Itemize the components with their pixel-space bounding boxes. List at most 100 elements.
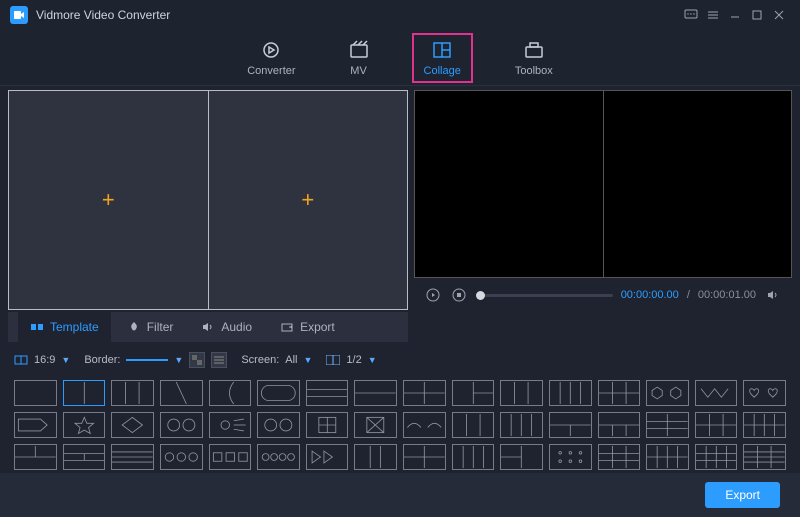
tab-toolbox-label: Toolbox bbox=[515, 65, 553, 77]
screen-label: Screen: bbox=[241, 354, 279, 366]
tab-mv[interactable]: MV bbox=[338, 35, 380, 81]
add-media-icon: + bbox=[102, 187, 115, 213]
time-sep: / bbox=[687, 289, 690, 301]
template-sunburst[interactable] bbox=[209, 412, 252, 438]
close-button[interactable] bbox=[768, 4, 790, 26]
tab-converter[interactable]: Converter bbox=[237, 35, 305, 81]
template-g22b[interactable] bbox=[452, 380, 495, 406]
template-g34[interactable] bbox=[743, 444, 786, 470]
template-g31[interactable] bbox=[63, 444, 106, 470]
subtab-audio-label: Audio bbox=[221, 320, 252, 334]
seek-thumb[interactable] bbox=[476, 291, 485, 300]
template-rect3[interactable] bbox=[209, 444, 252, 470]
template-plusgrid[interactable] bbox=[306, 412, 349, 438]
collage-cell-2[interactable]: + bbox=[209, 91, 408, 309]
subtab-audio[interactable]: Audio bbox=[189, 312, 264, 342]
chevron-down-icon[interactable]: ▼ bbox=[174, 355, 183, 365]
border-color-button[interactable] bbox=[189, 352, 205, 368]
title-bar: Vidmore Video Converter bbox=[0, 0, 800, 30]
template-wave3[interactable] bbox=[403, 412, 446, 438]
play-button[interactable] bbox=[424, 286, 442, 304]
export-button[interactable]: Export bbox=[705, 482, 780, 508]
tab-collage[interactable]: Collage bbox=[412, 33, 473, 83]
template-g23a[interactable] bbox=[598, 380, 641, 406]
border-style-selector[interactable] bbox=[126, 359, 168, 361]
collage-canvas: + + bbox=[8, 90, 408, 310]
template-blank[interactable] bbox=[14, 380, 57, 406]
app-title: Vidmore Video Converter bbox=[36, 8, 170, 22]
volume-button[interactable] bbox=[764, 286, 782, 304]
menu-icon[interactable] bbox=[702, 4, 724, 26]
subtab-export[interactable]: Export bbox=[268, 312, 347, 342]
template-circ4[interactable] bbox=[257, 444, 300, 470]
add-media-icon: + bbox=[301, 187, 314, 213]
template-star[interactable] bbox=[63, 412, 106, 438]
template-gdots[interactable] bbox=[549, 444, 592, 470]
template-g22c[interactable] bbox=[403, 444, 446, 470]
subtab-filter[interactable]: Filter bbox=[115, 312, 186, 342]
template-roundR[interactable] bbox=[257, 380, 300, 406]
subtab-template[interactable]: Template bbox=[18, 312, 111, 342]
template-circ3[interactable] bbox=[160, 444, 203, 470]
template-g24[interactable] bbox=[743, 412, 786, 438]
subtab-template-label: Template bbox=[50, 320, 99, 334]
template-diamond[interactable] bbox=[111, 412, 154, 438]
seek-bar[interactable] bbox=[476, 294, 613, 297]
template-zig[interactable] bbox=[695, 380, 738, 406]
template-v4[interactable] bbox=[549, 380, 592, 406]
template-curveL[interactable] bbox=[209, 380, 252, 406]
template-hearts[interactable] bbox=[743, 380, 786, 406]
template-v4b[interactable] bbox=[500, 412, 543, 438]
border-pattern-button[interactable] bbox=[211, 352, 227, 368]
template-g13[interactable] bbox=[14, 444, 57, 470]
preview-panel bbox=[414, 90, 792, 278]
template-fwd2[interactable] bbox=[306, 444, 349, 470]
template-g43[interactable] bbox=[646, 444, 689, 470]
template-g33b[interactable] bbox=[598, 444, 641, 470]
template-v3[interactable] bbox=[111, 380, 154, 406]
template-h3[interactable] bbox=[306, 380, 349, 406]
template-g22a[interactable] bbox=[403, 380, 446, 406]
chevron-down-icon: ▼ bbox=[304, 355, 313, 365]
aspect-ratio-selector[interactable]: 16:9 ▼ bbox=[14, 353, 70, 367]
template-g23c[interactable] bbox=[598, 412, 641, 438]
template-v2[interactable] bbox=[63, 380, 106, 406]
template-g33[interactable] bbox=[695, 412, 738, 438]
preview-cell-2 bbox=[604, 91, 792, 277]
screen-selector[interactable]: Screen: All ▼ bbox=[241, 354, 312, 366]
border-label: Border: bbox=[84, 354, 120, 366]
template-v3b[interactable] bbox=[452, 412, 495, 438]
app-logo bbox=[10, 6, 28, 24]
aspect-ratio-value: 16:9 bbox=[34, 354, 55, 366]
maximize-button[interactable] bbox=[746, 4, 768, 26]
template-h4[interactable] bbox=[111, 444, 154, 470]
template-g43b[interactable] bbox=[695, 444, 738, 470]
template-h2eq[interactable] bbox=[354, 380, 397, 406]
sub-tabs: Template Filter Audio Export bbox=[8, 312, 408, 342]
stop-button[interactable] bbox=[450, 286, 468, 304]
template-circ2[interactable] bbox=[160, 412, 203, 438]
template-hexes[interactable] bbox=[646, 380, 689, 406]
collage-cell-1[interactable]: + bbox=[9, 91, 209, 309]
minimize-button[interactable] bbox=[724, 4, 746, 26]
template-arrowtag[interactable] bbox=[14, 412, 57, 438]
time-current: 00:00:00.00 bbox=[621, 289, 679, 301]
template-v3eq[interactable] bbox=[500, 380, 543, 406]
screen-value: All bbox=[285, 354, 297, 366]
template-xgrid[interactable] bbox=[354, 412, 397, 438]
template-v4c[interactable] bbox=[452, 444, 495, 470]
template-circ2b[interactable] bbox=[257, 412, 300, 438]
border-control: Border: ▼ bbox=[84, 352, 227, 368]
player-controls: 00:00:00.00/00:00:01.00 bbox=[414, 280, 792, 310]
template-v3c[interactable] bbox=[354, 444, 397, 470]
tab-toolbox[interactable]: Toolbox bbox=[505, 35, 563, 81]
template-g22d[interactable] bbox=[500, 444, 543, 470]
subtab-export-label: Export bbox=[300, 320, 335, 334]
chevron-down-icon: ▼ bbox=[61, 355, 70, 365]
template-g32[interactable] bbox=[646, 412, 689, 438]
feedback-icon[interactable] bbox=[680, 4, 702, 26]
template-g23b[interactable] bbox=[549, 412, 592, 438]
template-diag[interactable] bbox=[160, 380, 203, 406]
split-selector[interactable]: 1/2 ▼ bbox=[326, 354, 376, 366]
template-grid bbox=[0, 374, 800, 470]
